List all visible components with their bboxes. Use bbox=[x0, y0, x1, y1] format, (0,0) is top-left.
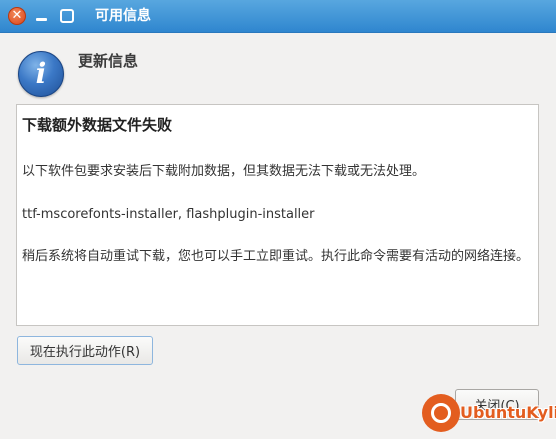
window-title: 可用信息 bbox=[95, 8, 151, 24]
close-window-button[interactable]: ✕ bbox=[8, 7, 26, 25]
message-title: 下载额外数据文件失败 bbox=[22, 116, 173, 134]
dialog-heading: 更新信息 bbox=[78, 52, 139, 70]
watermark-text: UbuntuKylin bbox=[460, 403, 556, 422]
maximize-button[interactable] bbox=[58, 7, 76, 25]
message-description: 以下软件包要求安装后下载附加数据，但其数据无法下载或无法处理。 bbox=[22, 164, 426, 179]
info-icon: i bbox=[18, 51, 64, 97]
ubuntu-logo-icon bbox=[422, 394, 460, 432]
run-now-button[interactable]: 现在执行此动作(R) bbox=[17, 336, 153, 365]
close-icon: ✕ bbox=[11, 8, 23, 23]
retry-note: 稍后系统将自动重试下载，您也可以手工立即重试。执行此命令需要有活动的网络连接。 bbox=[22, 249, 530, 264]
message-box: 下载额外数据文件失败 以下软件包要求安装后下载附加数据，但其数据无法下载或无法处… bbox=[16, 104, 539, 326]
minimize-button[interactable] bbox=[33, 7, 51, 25]
window-titlebar[interactable]: ✕ 可用信息 bbox=[0, 0, 556, 33]
package-list: ttf-mscorefonts-installer, flashplugin-i… bbox=[22, 207, 315, 222]
